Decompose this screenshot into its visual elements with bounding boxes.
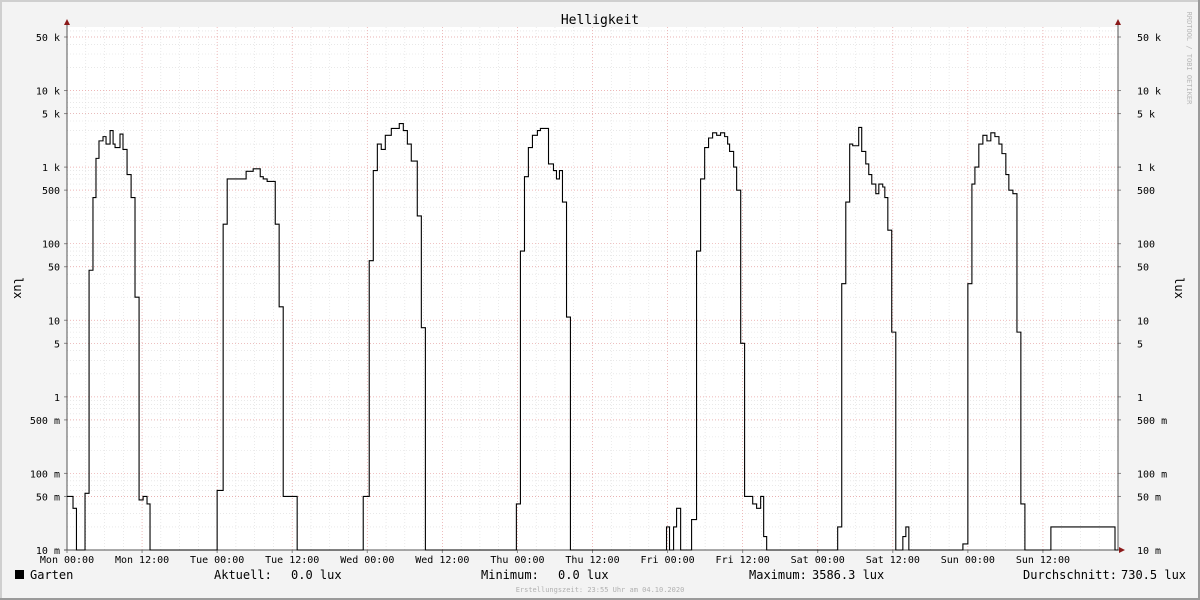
y-axis-arrow-right [1115, 19, 1121, 25]
y-tick-label-right: 50 k [1137, 33, 1161, 44]
y-axis-label-left: lux [11, 277, 25, 299]
chart: 50 k 50 k10 k 10 k5 k5 k1 k1 k500 500100 100… [11, 12, 1193, 594]
y-tick-label-left: 500 [42, 186, 60, 197]
y-tick-label-right: 500 m [1137, 416, 1167, 427]
x-tick-label: Mon 12:00 [115, 555, 169, 566]
y-tick-label-left: 50 k [36, 33, 60, 44]
x-tick-label: Fri 12:00 [716, 555, 770, 566]
y-tick-label-left: 100 m [30, 469, 60, 480]
x-tick-label: Sat 12:00 [866, 555, 920, 566]
stat-current-label: Aktuell: [214, 568, 272, 582]
y-tick-label-right: 50 [1137, 263, 1149, 274]
y-tick-label-right: 1 [1137, 393, 1143, 404]
y-tick-label-left: 10 [48, 316, 60, 327]
watermark: RRDTOOL / TOBI OETIKER [1185, 12, 1193, 106]
y-tick-label-right: 5 [1137, 339, 1143, 350]
y-tick-label-right: 10 m [1137, 546, 1161, 557]
y-tick-label-left: 10 k [36, 87, 60, 98]
y-tick-label-left: 50 m [36, 492, 60, 503]
legend-label: Garten [30, 568, 73, 582]
y-tick-label-right: 500 [1137, 186, 1155, 197]
stat-minimum-label: Minimum: [481, 568, 539, 582]
y-tick-label-left: 50 [48, 263, 60, 274]
chart-title: Helligkeit [561, 13, 639, 28]
y-tick-label-right: 5 k [1137, 110, 1155, 121]
stat-maximum-value: 3586.3 lux [812, 568, 884, 582]
x-tick-label: Sun 12:00 [1016, 555, 1070, 566]
y-axis-label-right: lux [1172, 277, 1186, 299]
x-tick-label: Fri 00:00 [640, 555, 694, 566]
y-axis-arrow-left [64, 19, 70, 25]
rrd-graph-image: 50 k 50 k 10 k 10 k5 k5 k1 k1 k 500 500 100 100… [0, 0, 1200, 600]
y-tick-label-left: 5 k [42, 110, 60, 121]
x-axis-arrow [1119, 547, 1125, 553]
x-tick-label: Wed 00:00 [340, 555, 394, 566]
y-tick-label-right: 1 k [1137, 163, 1155, 174]
x-tick-label: Tue 12:00 [265, 555, 319, 566]
footer-timestamp: Erstellungszeit: 23:55 Uhr am 04.10.2020 [516, 586, 685, 594]
y-tick-label-right: 50 m [1137, 492, 1161, 503]
y-tick-label-right: 10 [1137, 316, 1149, 327]
x-tick-label: Wed 12:00 [415, 555, 469, 566]
x-tick-label: Thu 00:00 [490, 555, 544, 566]
y-tick-label-right: 10 k [1137, 87, 1161, 98]
y-tick-label-left: 1 k [42, 163, 60, 174]
y-tick-label-right: 100 [1137, 240, 1155, 251]
stat-current-value: 0.0 lux [291, 568, 342, 582]
y-tick-label-left: 5 [54, 339, 60, 350]
stat-minimum-value: 0.0 lux [558, 568, 609, 582]
x-tick-label: Mon 00:00 [40, 555, 94, 566]
x-tick-label: Sat 00:00 [791, 555, 845, 566]
stat-maximum-label: Maximum: [749, 568, 807, 582]
x-tick-label: Thu 12:00 [565, 555, 619, 566]
stat-average-value: 730.5 lux [1121, 568, 1186, 582]
x-tick-label: Tue 00:00 [190, 555, 244, 566]
y-tick-label-right: 100 m [1137, 469, 1167, 480]
x-tick-label: Sun 00:00 [941, 555, 995, 566]
y-tick-label-left: 1 [54, 393, 60, 404]
stat-average-label: Durchschnitt: [1023, 568, 1117, 582]
legend-swatch [15, 570, 24, 579]
y-tick-label-left: 100 [42, 240, 60, 251]
y-tick-label-left: 500 m [30, 416, 60, 427]
